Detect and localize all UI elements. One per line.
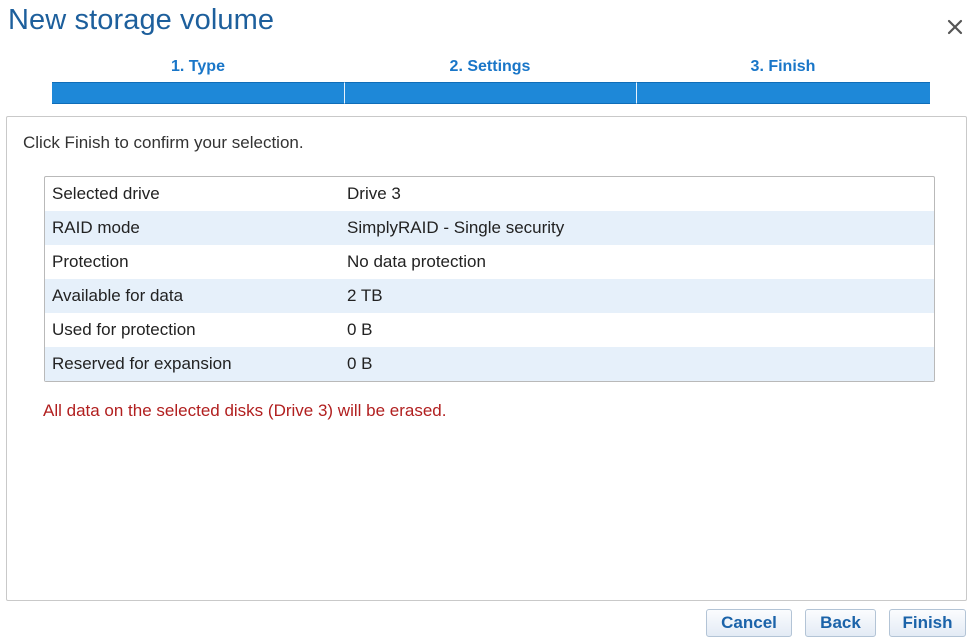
wizard-steps: 1. Type 2. Settings 3. Finish: [52, 58, 930, 104]
step-label: 3. Finish: [750, 58, 816, 75]
back-button[interactable]: Back: [805, 609, 876, 637]
row-value: No data protection: [347, 252, 486, 271]
row-label: Used for protection: [52, 320, 196, 339]
step-settings: 2. Settings: [344, 58, 636, 104]
erase-warning: All data on the selected disks (Drive 3)…: [43, 401, 447, 420]
row-value: SimplyRAID - Single security: [340, 211, 934, 245]
step-label: 1. Type: [171, 58, 225, 75]
row-label: Reserved for expansion: [45, 347, 340, 381]
content-panel: Click Finish to confirm your selection. …: [6, 116, 967, 601]
cancel-button[interactable]: Cancel: [706, 609, 792, 637]
close-icon[interactable]: [944, 16, 966, 38]
table-row: Available for data 2 TB: [45, 279, 934, 313]
table-row: Protection No data protection: [45, 245, 934, 279]
step-finish: 3. Finish: [636, 58, 930, 104]
row-label: Selected drive: [52, 184, 160, 203]
step-progress-bar: [52, 82, 344, 104]
row-value: 2 TB: [340, 279, 934, 313]
table-row: RAID mode SimplyRAID - Single security: [45, 211, 934, 245]
step-label: 2. Settings: [449, 58, 531, 75]
summary-table: Selected drive Drive 3 RAID mode SimplyR…: [44, 176, 935, 382]
table-row: Selected drive Drive 3: [45, 177, 934, 211]
step-progress-bar: [636, 82, 930, 104]
finish-button[interactable]: Finish: [889, 609, 966, 637]
table-row: Used for protection 0 B: [45, 313, 934, 347]
row-value: 0 B: [340, 347, 934, 381]
row-label: RAID mode: [45, 211, 340, 245]
row-label: Protection: [52, 252, 129, 271]
row-value: Drive 3: [347, 184, 401, 203]
table-row: Reserved for expansion 0 B: [45, 347, 934, 381]
dialog-title: New storage volume: [8, 4, 275, 36]
row-label: Available for data: [45, 279, 340, 313]
instruction-text: Click Finish to confirm your selection.: [23, 133, 304, 152]
row-value: 0 B: [347, 320, 373, 339]
step-progress-bar: [344, 82, 636, 104]
step-type: 1. Type: [52, 58, 344, 104]
